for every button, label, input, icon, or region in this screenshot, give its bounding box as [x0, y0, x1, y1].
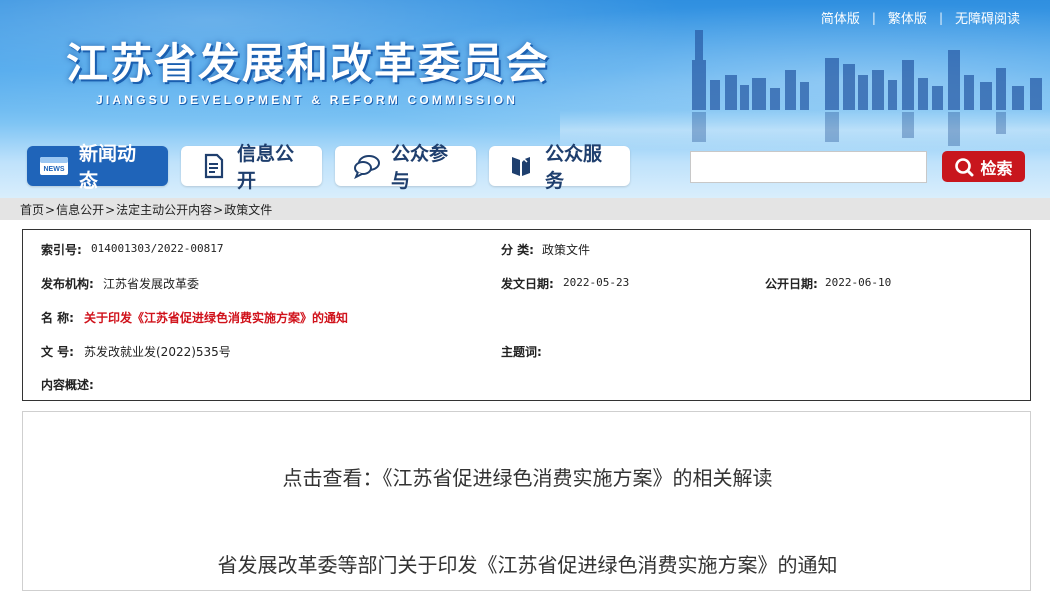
- meta-public-date-label: 公开日期:: [765, 277, 818, 291]
- link-accessible-reading[interactable]: 无障碍阅读: [955, 8, 1020, 27]
- document-icon: [199, 153, 227, 179]
- nav-item-public-service[interactable]: 公众服务: [489, 143, 630, 192]
- meta-category-label: 分 类:: [501, 243, 534, 257]
- news-icon: NEWS: [39, 153, 69, 179]
- service-book-icon: [507, 153, 535, 179]
- meta-publisher-label: 发布机构:: [41, 277, 94, 291]
- breadcrumb-policy-documents[interactable]: 政策文件: [224, 203, 272, 217]
- nav-label: 公众参与: [391, 143, 449, 192]
- breadcrumb-info-disclosure[interactable]: 信息公开: [56, 203, 104, 217]
- link-simplified-chinese[interactable]: 简体版: [821, 8, 860, 27]
- meta-index-value: 014001303/2022-00817: [91, 242, 224, 255]
- news-badge-text: NEWS: [44, 166, 65, 173]
- breadcrumb-separator: >: [45, 202, 56, 217]
- chat-bubble-icon: [353, 153, 381, 179]
- meta-index-label: 索引号:: [41, 243, 82, 257]
- nav-label: 新闻动态: [79, 143, 137, 192]
- meta-category-value: 政策文件: [542, 243, 591, 257]
- nav-item-info-disclosure[interactable]: 信息公开: [181, 143, 322, 192]
- breadcrumb: 首页>信息公开>法定主动公开内容>政策文件: [0, 198, 1050, 220]
- site-subtitle: JIANGSU DEVELOPMENT & REFORM COMMISSION: [96, 93, 519, 107]
- top-links-separator: |: [871, 10, 876, 25]
- meta-public-date-value: 2022-06-10: [825, 276, 892, 289]
- breadcrumb-home[interactable]: 首页: [20, 203, 44, 217]
- search-button-label: 检索: [980, 158, 1013, 178]
- nav-label: 公众服务: [545, 143, 603, 192]
- site-header: 简体版 | 繁体版 | 无障碍阅读 江苏省发展和改革委员会 JIANGSU DE…: [0, 0, 1050, 198]
- city-skyline-illustration: [692, 30, 1042, 146]
- top-links-separator: |: [938, 10, 943, 25]
- breadcrumb-separator: >: [213, 202, 224, 217]
- meta-issue-date-value: 2022-05-23: [563, 276, 630, 289]
- meta-issue-date-label: 发文日期:: [501, 277, 554, 291]
- document-metadata-box: 索引号: 014001303/2022-00817 分 类: 政策文件 发布机构…: [22, 229, 1031, 401]
- interpretation-prefix: 点击查看：: [282, 466, 383, 490]
- search-input[interactable]: [690, 151, 927, 183]
- document-content: 点击查看：《江苏省促进绿色消费实施方案》的相关解读 省发展改革委等部门关于印发《…: [22, 411, 1031, 591]
- document-title: 省发展改革委等部门关于印发《江苏省促进绿色消费实施方案》的通知: [217, 553, 838, 577]
- meta-subject-label: 主题词:: [501, 345, 542, 359]
- meta-doc-no-value: 苏发改就业发(2022)535号: [84, 345, 231, 359]
- meta-summary-label: 内容概述:: [41, 378, 94, 392]
- search-button[interactable]: 检索: [942, 151, 1025, 182]
- breadcrumb-separator: >: [105, 202, 116, 217]
- top-links: 简体版 | 繁体版 | 无障碍阅读: [821, 8, 1020, 28]
- interpretation-line: 点击查看：《江苏省促进绿色消费实施方案》的相关解读: [23, 462, 1032, 491]
- main-nav: NEWS 新闻动态 信息公开 公众参与 公众服务: [27, 143, 630, 192]
- nav-item-public-participation[interactable]: 公众参与: [335, 143, 476, 192]
- meta-publisher-value: 江苏省发展改革委: [103, 277, 200, 291]
- meta-name-label: 名 称:: [41, 311, 74, 325]
- search-icon: [955, 157, 974, 176]
- interpretation-link[interactable]: 《江苏省促进绿色消费实施方案》的相关解读: [383, 466, 773, 490]
- nav-item-news[interactable]: NEWS 新闻动态: [27, 143, 168, 192]
- breadcrumb-trail: 首页>信息公开>法定主动公开内容>政策文件: [20, 201, 272, 218]
- meta-name-value[interactable]: 关于印发《江苏省促进绿色消费实施方案》的通知: [84, 309, 348, 326]
- meta-doc-no-label: 文 号:: [41, 345, 74, 359]
- breadcrumb-statutory-content[interactable]: 法定主动公开内容: [116, 203, 212, 217]
- link-traditional-chinese[interactable]: 繁体版: [888, 8, 927, 27]
- nav-label: 信息公开: [237, 143, 295, 192]
- site-title: 江苏省发展和改革委员会: [66, 39, 551, 88]
